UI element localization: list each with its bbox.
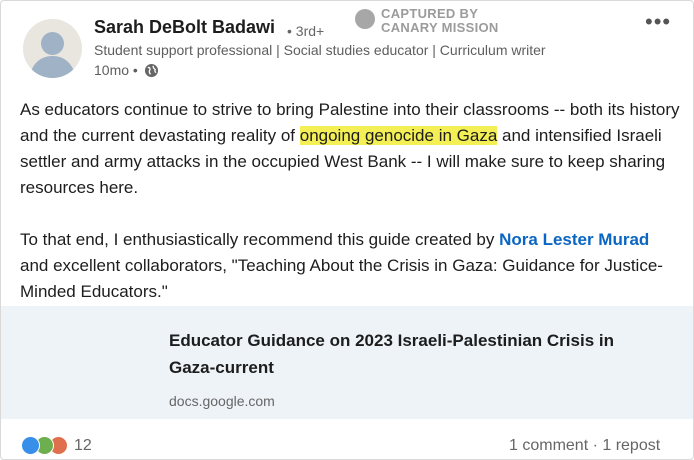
avatar-head-shape xyxy=(41,32,64,55)
mention-link[interactable]: Nora Lester Murad xyxy=(499,230,649,249)
like-icon xyxy=(21,436,40,455)
avatar[interactable] xyxy=(23,19,82,78)
globe-icon xyxy=(144,63,158,77)
reposts-link[interactable]: 1 repost xyxy=(602,437,660,454)
watermark-text: CAPTURED BY CANARY MISSION xyxy=(381,7,499,35)
connection-degree: • 3rd+ xyxy=(287,23,325,39)
post-meta: 10mo • xyxy=(94,62,159,78)
paragraph-2-text-end: and excellent collaborators, "Teaching A… xyxy=(20,256,663,301)
post-body: As educators continue to strive to bring… xyxy=(20,97,680,305)
post-card: Sarah DeBolt Badawi • 3rd+ CAPTURED BY C… xyxy=(0,0,694,460)
post-paragraph-1: As educators continue to strive to bring… xyxy=(20,97,680,201)
highlighted-text: ongoing genocide in Gaza xyxy=(299,126,498,145)
link-preview-title[interactable]: Educator Guidance on 2023 Israeli-Palest… xyxy=(169,327,649,381)
watermark-line-1: CAPTURED BY xyxy=(381,6,479,21)
watermark: CAPTURED BY CANARY MISSION xyxy=(355,7,499,35)
reactions-summary[interactable]: 12 xyxy=(21,436,92,455)
post-paragraph-2: To that end, I enthusiastically recommen… xyxy=(20,227,680,305)
watermark-line-2: CANARY MISSION xyxy=(381,20,499,35)
social-counts: 1 comment · 1 repost xyxy=(509,437,660,455)
comments-link[interactable]: 1 comment xyxy=(509,437,588,454)
paragraph-2-text-start: To that end, I enthusiastically recommen… xyxy=(20,230,500,249)
reaction-count: 12 xyxy=(74,436,92,454)
post-time: 10mo • xyxy=(94,62,138,78)
link-preview-domain: docs.google.com xyxy=(169,393,275,409)
link-preview-card[interactable]: Educator Guidance on 2023 Israeli-Palest… xyxy=(1,306,693,419)
social-separator: · xyxy=(588,437,603,454)
author-name[interactable]: Sarah DeBolt Badawi xyxy=(94,17,275,38)
author-headline: Student support professional | Social st… xyxy=(94,42,546,58)
more-options-button[interactable]: ••• xyxy=(645,9,671,35)
avatar-body-shape xyxy=(30,56,75,78)
watermark-seal-icon xyxy=(355,9,375,29)
